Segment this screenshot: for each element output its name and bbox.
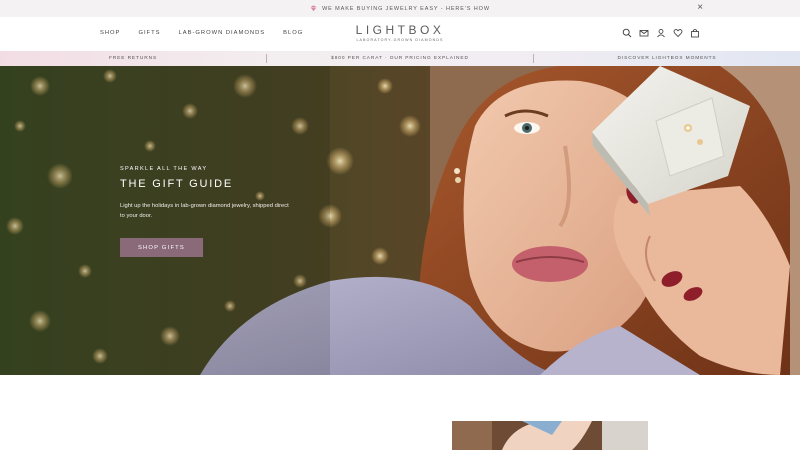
promo-strip: FREE RETURNS $800 PER CARAT · OUR PRICIN… <box>0 51 800 66</box>
hero-banner: SPARKLE ALL THE WAY THE GIFT GUIDE Light… <box>0 66 800 375</box>
promo-free-returns[interactable]: FREE RETURNS <box>0 56 266 61</box>
bag-icon[interactable] <box>690 28 700 38</box>
product-photo[interactable] <box>452 421 648 450</box>
hero-description: Light up the holidays in lab-grown diamo… <box>120 203 289 219</box>
diamond-icon <box>310 5 317 12</box>
content-section <box>0 375 800 450</box>
hero-eyebrow: SPARKLE ALL THE WAY <box>120 166 208 172</box>
mail-icon[interactable] <box>639 28 649 38</box>
close-icon[interactable]: × <box>697 3 704 13</box>
promo-moments[interactable]: DISCOVER LIGHTBOX MOMENTS <box>534 56 800 61</box>
shop-gifts-button[interactable]: SHOP GIFTS <box>120 238 203 257</box>
header-icons <box>622 28 700 38</box>
announcement-bar: WE MAKE BUYING JEWELRY EASY - HERE'S HOW… <box>0 0 800 17</box>
heart-icon[interactable] <box>673 28 683 38</box>
hero-text: SPARKLE ALL THE WAY THE GIFT GUIDE Light… <box>120 166 300 221</box>
logo-tagline: LABORATORY-GROWN DIAMONDS <box>356 38 444 42</box>
announcement-text[interactable]: WE MAKE BUYING JEWELRY EASY - HERE'S HOW <box>322 6 490 12</box>
search-icon[interactable] <box>622 28 632 38</box>
account-icon[interactable] <box>656 28 666 38</box>
site-header: SHOP GIFTS LAB-GROWN DIAMONDS BLOG LIGHT… <box>0 17 800 51</box>
promo-pricing[interactable]: $800 PER CARAT · OUR PRICING EXPLAINED <box>267 56 533 61</box>
hero-title: THE GIFT GUIDE <box>120 178 234 190</box>
